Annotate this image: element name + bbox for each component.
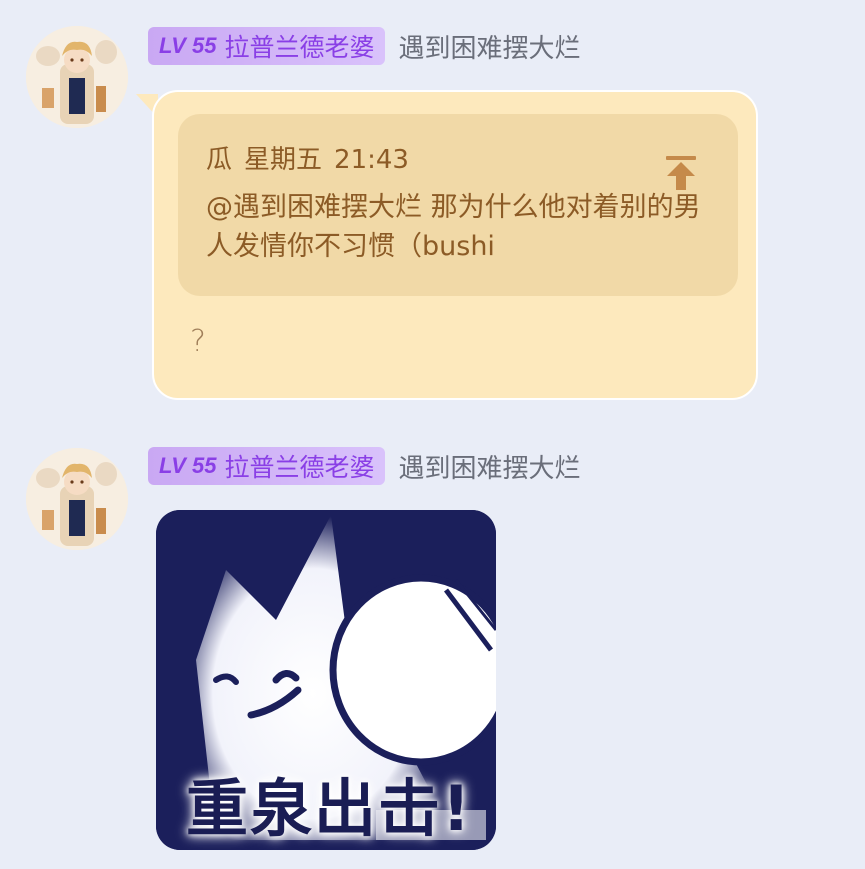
member-title: 拉普兰德老婆 (224, 33, 375, 62)
anime-character-avatar-icon (26, 26, 128, 128)
message-header: LV 55 拉普兰德老婆 遇到困难摆大烂 (148, 27, 581, 65)
sticker-image[interactable]: 重泉出击! (156, 510, 496, 850)
quote-day: 星期五 (244, 145, 323, 175)
sender-nickname[interactable]: 遇到困难摆大烂 (399, 28, 581, 65)
sender-nickname[interactable]: 遇到困难摆大烂 (399, 448, 581, 485)
chat-window: LV 55 拉普兰德老婆 遇到困难摆大烂 瓜星期五 21:43 @遇到困难摆大烂 … (0, 0, 865, 869)
message-bubble[interactable]: 瓜星期五 21:43 @遇到困难摆大烂 那为什么他对着别的男人发情你不习惯（bus… (152, 90, 758, 400)
level-label: LV 55 (159, 453, 217, 478)
member-level-badge[interactable]: LV 55 拉普兰德老婆 (148, 27, 385, 65)
message-header: LV 55 拉普兰德老婆 遇到困难摆大烂 (148, 447, 581, 485)
level-label: LV 55 (159, 33, 217, 58)
quote-text: @遇到困难摆大烂 那为什么他对着别的男人发情你不习惯（bushi (206, 192, 701, 262)
quoted-reply[interactable]: 瓜星期五 21:43 @遇到困难摆大烂 那为什么他对着别的男人发情你不习惯（bus… (178, 114, 738, 296)
sender-avatar[interactable] (26, 448, 128, 550)
quote-meta: 瓜星期五 21:43 (206, 144, 710, 176)
message-text: ? (190, 324, 206, 359)
quote-author: 瓜 (206, 145, 233, 175)
jump-to-top-icon[interactable] (664, 154, 698, 192)
member-level-badge[interactable]: LV 55 拉普兰德老婆 (148, 447, 385, 485)
quote-time: 21:43 (334, 145, 409, 175)
sticker-caption: 重泉出击! (186, 772, 473, 845)
anime-character-avatar-icon (26, 448, 128, 550)
member-title: 拉普兰德老婆 (224, 453, 375, 482)
sender-avatar[interactable] (26, 26, 128, 128)
